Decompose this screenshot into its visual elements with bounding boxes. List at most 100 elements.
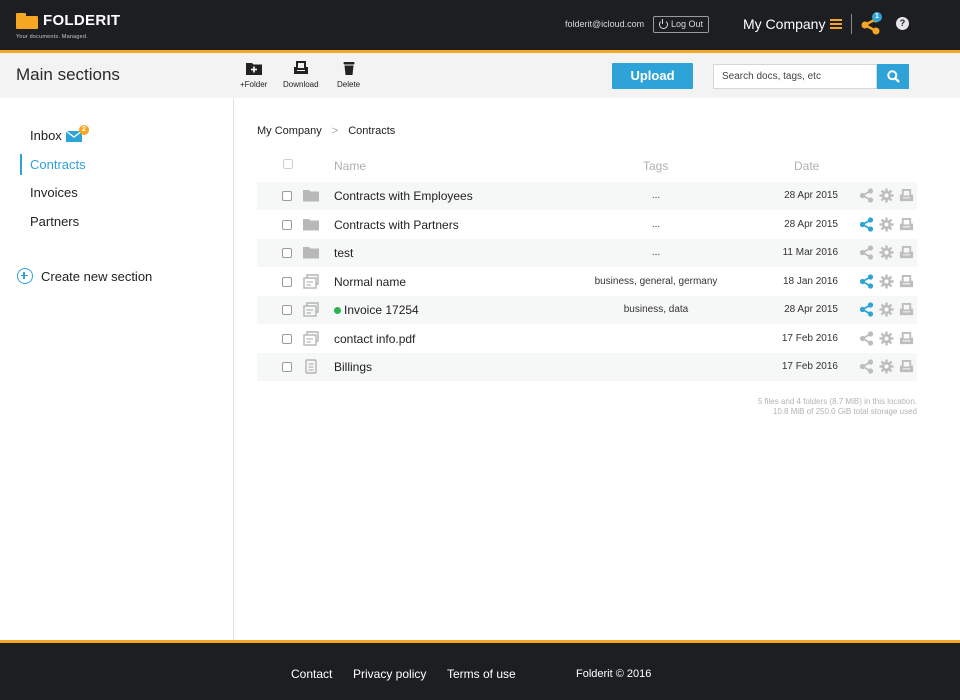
row-download-button[interactable] [899, 274, 914, 292]
row-download-button[interactable] [899, 188, 914, 206]
row-settings-button[interactable] [879, 302, 894, 320]
row-checkbox[interactable] [282, 333, 292, 344]
row-checkbox[interactable] [282, 362, 292, 372]
row-settings-button[interactable] [879, 274, 894, 292]
table-row[interactable]: Contracts with Employees... 28 Apr 2015 [257, 182, 917, 210]
row-name[interactable]: Normal name [334, 275, 406, 289]
file-icon [305, 359, 317, 374]
row-settings-button[interactable] [879, 188, 894, 206]
sidebar-item-label: Inbox [30, 128, 62, 143]
column-header-date[interactable]: Date [794, 159, 819, 173]
brand-name: FOLDERIT [43, 12, 121, 29]
row-name[interactable]: contact info.pdf [334, 332, 415, 346]
share-icon [859, 302, 874, 317]
sidebar-item-partners[interactable]: Partners [30, 214, 79, 229]
document-stack-icon [303, 273, 319, 289]
add-folder-button[interactable]: +Folder [240, 61, 267, 89]
breadcrumb-root[interactable]: My Company [257, 125, 322, 137]
row-share-button[interactable] [859, 273, 874, 292]
row-download-button[interactable] [899, 331, 914, 349]
footer-contact-link[interactable]: Contact [291, 667, 332, 681]
row-checkbox[interactable] [282, 305, 292, 315]
row-settings-button[interactable] [879, 359, 894, 377]
row-share-button[interactable] [859, 216, 874, 235]
download-tray-icon [899, 359, 914, 373]
user-email: folderit@icloud.com [565, 19, 645, 29]
row-checkbox[interactable] [282, 219, 292, 230]
row-download-button[interactable] [899, 359, 914, 377]
folder-logo-icon [16, 13, 38, 29]
row-name[interactable]: Contracts with Employees [334, 189, 473, 203]
table-row[interactable]: Billings 17 Feb 2016 [257, 353, 917, 381]
gear-icon [879, 274, 894, 288]
help-icon[interactable]: ? [896, 17, 909, 30]
status-dot-icon [334, 306, 341, 314]
table-row[interactable]: Normal name business, general, germany 18 … [257, 268, 917, 296]
row-name-text: Invoice 17254 [344, 303, 419, 317]
row-settings-button[interactable] [879, 331, 894, 349]
share-icon [859, 273, 874, 289]
search-button[interactable] [877, 64, 909, 89]
row-tags: ... [651, 190, 661, 201]
row-name-text: Normal name [334, 274, 407, 289]
logout-button[interactable]: Log Out [653, 16, 710, 33]
storage-info: 5 files and 4 folders (8.7 MiB) in this … [758, 397, 917, 417]
sidebar-divider [233, 98, 234, 640]
row-name[interactable]: Invoice 17254 [334, 303, 419, 317]
header-divider [851, 14, 852, 34]
table-row[interactable]: Invoice 17254 business, data 28 Apr 2015 [257, 296, 917, 324]
logo[interactable]: FOLDERIT [16, 12, 120, 29]
row-share-button[interactable] [859, 330, 874, 349]
sidebar-item-invoices[interactable]: Invoices [30, 185, 78, 200]
upload-button[interactable]: Upload [612, 63, 693, 89]
row-checkbox[interactable] [282, 191, 292, 201]
chevron-right-icon: > [331, 125, 339, 137]
table-row[interactable]: Contracts with Partners... 28 Apr 2015 [257, 211, 917, 239]
row-date: 11 Mar 2016 [782, 247, 838, 258]
sidebar-item-contracts[interactable]: Contracts [30, 157, 86, 172]
row-share-button[interactable] [859, 302, 874, 320]
column-header-tags[interactable]: Tags [643, 159, 668, 173]
row-tags: business, data [623, 304, 689, 315]
column-header-name[interactable]: Name [334, 159, 366, 173]
row-checkbox[interactable] [282, 248, 292, 258]
row-name[interactable]: Billings [334, 360, 372, 374]
row-name-text: Contracts with Employees [334, 189, 473, 203]
trash-icon [343, 62, 355, 75]
company-menu[interactable]: My Company [743, 16, 843, 32]
table-row[interactable]: test... 11 Mar 2016 [257, 239, 917, 267]
folder-icon [303, 190, 319, 202]
download-tray-icon [899, 217, 914, 230]
delete-button[interactable]: Delete [337, 61, 360, 89]
footer-terms-link[interactable]: Terms of use [447, 667, 516, 681]
row-download-button[interactable] [899, 217, 914, 235]
download-tray-icon [899, 245, 914, 259]
row-settings-button[interactable] [879, 245, 894, 263]
table-row[interactable]: contact info.pdf 17 Feb 2016 [257, 325, 917, 353]
row-type-icon [303, 302, 319, 317]
download-button[interactable]: Download [283, 61, 319, 89]
create-section-button[interactable]: Create new section [17, 268, 152, 284]
select-all-checkbox[interactable] [283, 159, 293, 169]
row-download-button[interactable] [899, 245, 914, 263]
row-name-text: test [334, 246, 354, 260]
row-date: 28 Apr 2015 [784, 218, 838, 230]
row-download-button[interactable] [899, 302, 914, 320]
folder-icon [303, 218, 319, 230]
search-input[interactable] [713, 64, 877, 89]
sidebar-item-inbox[interactable]: Inbox [30, 128, 82, 143]
gear-icon [879, 331, 894, 345]
row-name[interactable]: test [334, 246, 353, 260]
share-notification-badge: 1 [872, 12, 882, 22]
row-settings-button[interactable] [879, 217, 894, 235]
download-tray-icon [899, 331, 914, 344]
row-share-button[interactable] [859, 359, 874, 377]
row-checkbox[interactable] [282, 276, 292, 287]
gear-icon [879, 217, 894, 231]
row-tags: ... [651, 247, 661, 258]
row-share-button[interactable] [859, 188, 874, 206]
footer-privacy-link[interactable]: Privacy policy [353, 667, 426, 681]
row-date: 17 Feb 2016 [781, 361, 838, 372]
row-share-button[interactable] [859, 245, 874, 263]
row-name[interactable]: Contracts with Partners [334, 218, 459, 232]
